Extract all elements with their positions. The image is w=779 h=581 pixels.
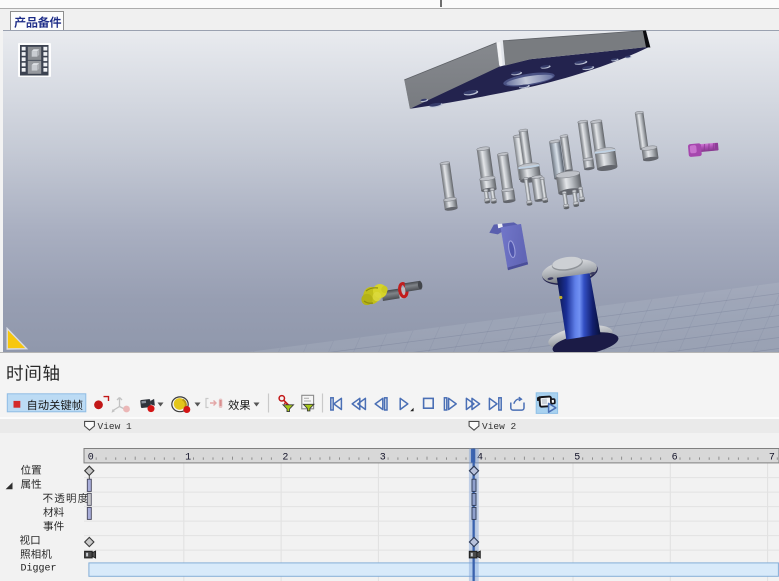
svg-text:Digger: Digger [21, 563, 57, 575]
svg-text:2: 2 [282, 452, 288, 463]
svg-text:1: 1 [185, 452, 191, 463]
svg-text:7: 7 [769, 452, 775, 463]
svg-text:6: 6 [672, 452, 678, 463]
svg-text:View 1: View 1 [98, 421, 133, 432]
svg-text:0: 0 [88, 452, 94, 463]
svg-text:5: 5 [574, 452, 580, 463]
svg-text:View 2: View 2 [482, 421, 517, 432]
svg-text:3: 3 [380, 452, 386, 463]
